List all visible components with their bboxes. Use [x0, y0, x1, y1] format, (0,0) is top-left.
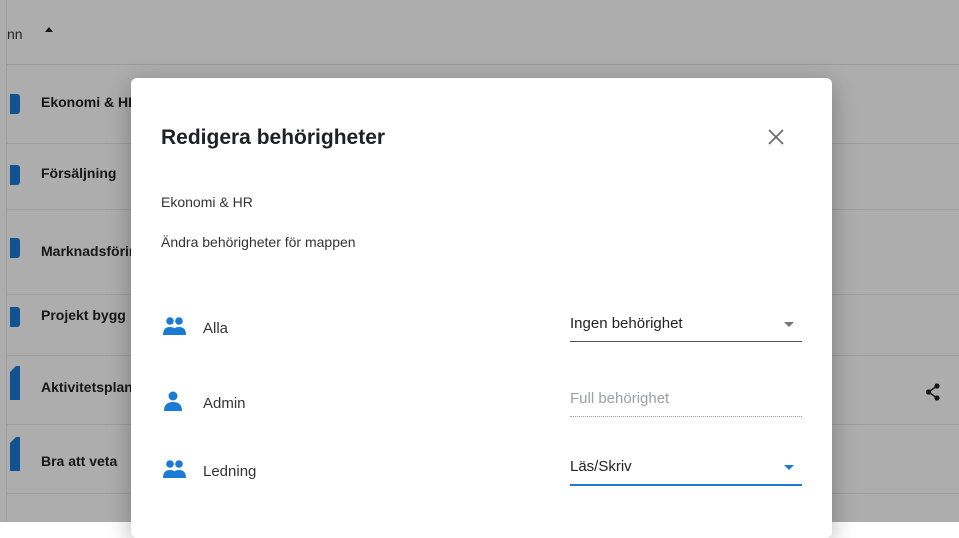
permission-value: Ingen behörighet: [570, 315, 683, 332]
group-icon: [163, 460, 186, 478]
dropdown-arrow-icon: [784, 465, 794, 470]
edit-permissions-dialog: Redigera behörigheter Ekonomi & HR Ändra…: [131, 78, 832, 538]
permission-row-alla: Alla Ingen behörighet: [161, 312, 803, 352]
permission-select-alla[interactable]: Ingen behörighet: [570, 312, 802, 342]
permission-select-admin: Full behörighet: [570, 387, 802, 417]
permission-value: Full behörighet: [570, 390, 670, 407]
select-underline: [570, 341, 802, 342]
dropdown-arrow-icon: [784, 322, 794, 327]
group-label: Alla: [203, 320, 229, 337]
group-label: Admin: [203, 395, 246, 412]
dialog-title: Redigera behörigheter: [161, 126, 386, 149]
close-icon[interactable]: [759, 120, 793, 154]
permission-row-ledning: Ledning Läs/Skriv: [161, 455, 803, 495]
permission-row-admin: Admin Full behörighet: [161, 387, 803, 427]
group-icon: [163, 317, 186, 335]
permission-select-ledning[interactable]: Läs/Skriv: [570, 455, 802, 486]
dialog-description: Ändra behörigheter för mappen: [161, 234, 356, 250]
close-button[interactable]: [759, 120, 793, 154]
permission-value: Läs/Skriv: [570, 458, 632, 475]
select-underline: [570, 484, 802, 486]
person-icon: [164, 391, 182, 411]
group-label: Ledning: [203, 463, 257, 480]
select-underline: [570, 416, 802, 417]
folder-name: Ekonomi & HR: [161, 194, 253, 210]
